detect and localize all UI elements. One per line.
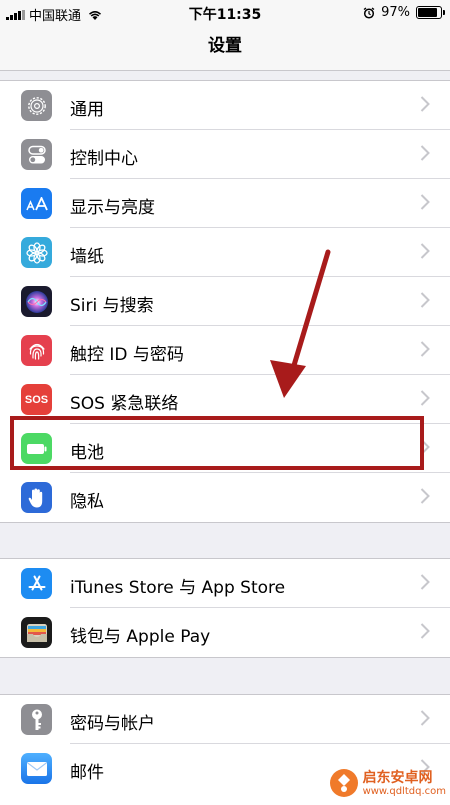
wallet-icon: [21, 617, 52, 648]
settings-item-label: 隐私: [70, 492, 104, 512]
battery-status-icon: [416, 6, 445, 19]
settings-item-label: 邮件: [70, 763, 104, 783]
chevron-right-icon: [420, 145, 430, 161]
toggles-icon: [21, 139, 52, 170]
settings-item-wallet[interactable]: 钱包与 Apple Pay: [0, 608, 450, 657]
settings-item-label: 墙纸: [70, 247, 104, 267]
chevron-right-icon: [420, 243, 430, 259]
key-icon: [21, 704, 52, 735]
app-store-icon: [21, 568, 52, 599]
settings-item-general[interactable]: 通用: [0, 81, 450, 130]
flower-icon: [21, 237, 52, 268]
chevron-right-icon: [420, 341, 430, 357]
alarm-icon: [363, 6, 375, 19]
chevron-right-icon: [420, 623, 430, 639]
status-bar: 中国联通 下午11:35 97%: [0, 0, 450, 26]
watermark-logo-icon: [329, 769, 358, 797]
settings-item-siri[interactable]: Siri 与搜索: [0, 277, 450, 326]
settings-item-label: 触控 ID 与密码: [70, 345, 184, 365]
settings-item-display[interactable]: 显示与亮度: [0, 179, 450, 228]
settings-item-touch-id[interactable]: 触控 ID 与密码: [0, 326, 450, 375]
settings-item-label: 控制中心: [70, 149, 138, 169]
chevron-right-icon: [420, 710, 430, 726]
hand-icon: [21, 482, 52, 513]
mail-icon: [21, 753, 52, 784]
settings-item-passwords-accounts[interactable]: 密码与帐户: [0, 695, 450, 744]
watermark-text: 启东安卓网: [362, 769, 433, 786]
sos-icon-text: SOS: [24, 393, 49, 406]
text-size-icon: [21, 188, 52, 219]
battery-percent: 97%: [381, 5, 410, 20]
settings-item-label: 钱包与 Apple Pay: [70, 627, 211, 647]
settings-group-store: iTunes Store 与 App Store 钱包与 Apple Pay: [0, 558, 450, 658]
settings-item-privacy[interactable]: 隐私: [0, 473, 450, 522]
highlight-box: [10, 416, 424, 470]
chevron-right-icon: [420, 96, 430, 112]
siri-icon: [21, 286, 52, 317]
settings-item-label: 密码与帐户: [70, 714, 155, 734]
sos-icon: SOS: [21, 384, 52, 415]
chevron-right-icon: [420, 194, 430, 210]
settings-item-label: iTunes Store 与 App Store: [70, 578, 286, 598]
chevron-right-icon: [420, 390, 430, 406]
settings-item-label: Siri 与搜索: [70, 296, 154, 316]
settings-item-label: 通用: [70, 100, 104, 120]
watermark-url: www.qdltdq.com: [362, 785, 446, 797]
settings-item-itunes-app-store[interactable]: iTunes Store 与 App Store: [0, 559, 450, 608]
settings-item-wallpaper[interactable]: 墙纸: [0, 228, 450, 277]
fingerprint-icon: [21, 335, 52, 366]
nav-bar: 设置: [0, 26, 450, 71]
settings-item-control-center[interactable]: 控制中心: [0, 130, 450, 179]
watermark: 启东安卓网 www.qdltdq.com: [329, 768, 446, 798]
chevron-right-icon: [420, 488, 430, 504]
page-title: 设置: [208, 36, 242, 56]
gear-icon: [21, 90, 52, 121]
chevron-right-icon: [420, 574, 430, 590]
settings-item-label: SOS 紧急联络: [70, 394, 179, 414]
chevron-right-icon: [420, 292, 430, 308]
settings-item-label: 显示与亮度: [70, 198, 155, 218]
